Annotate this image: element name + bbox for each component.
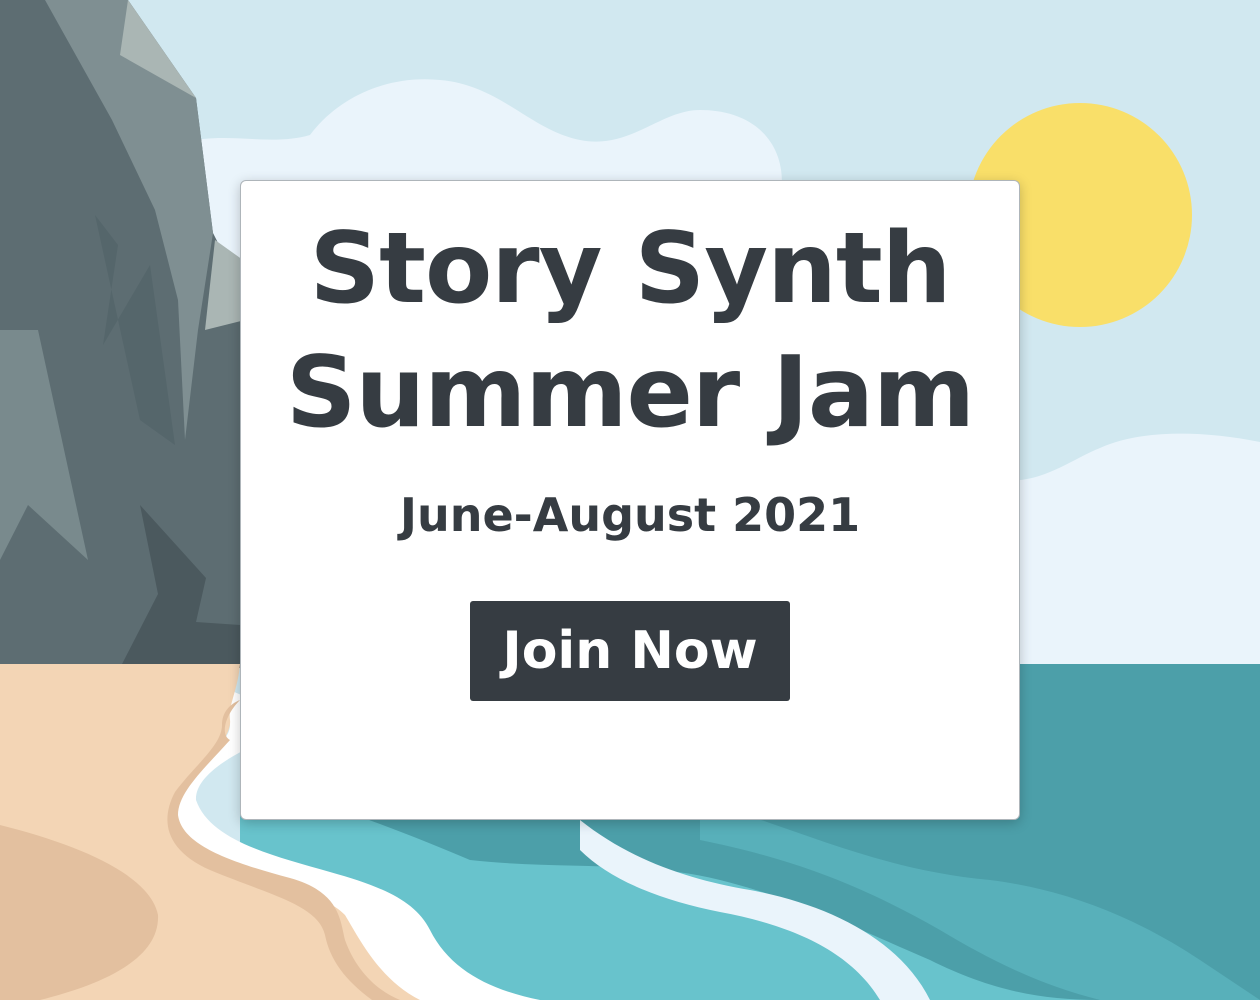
event-title-line-1: Story Synth xyxy=(309,212,952,326)
event-date-range: June-August 2021 xyxy=(399,488,861,542)
event-card: Story Synth Summer Jam June-August 2021 … xyxy=(240,180,1020,820)
event-title-line-2: Summer Jam xyxy=(285,336,975,450)
event-title: Story Synth Summer Jam xyxy=(241,181,1019,455)
join-now-button[interactable]: Join Now xyxy=(470,601,790,701)
